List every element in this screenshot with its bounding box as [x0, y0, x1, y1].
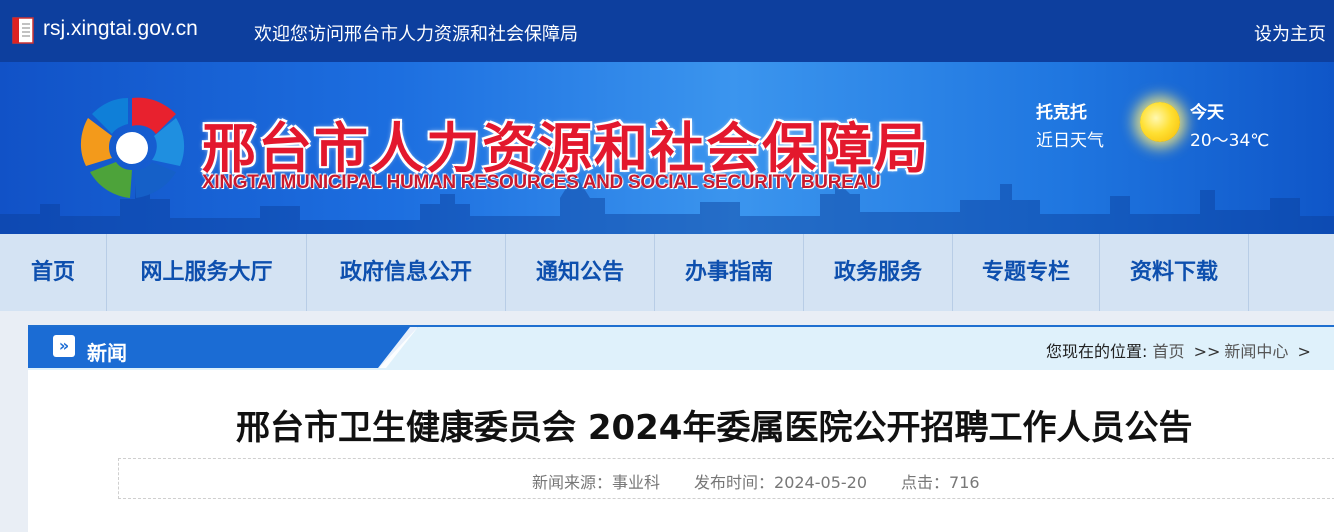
header-banner: 邢台市人力资源和社会保障局 XINGTAI MUNICIPAL HUMAN RE… [0, 62, 1334, 234]
article-publish-date: 发布时间：2024-05-20 [694, 473, 868, 492]
nav-item-home[interactable]: 首页 [0, 234, 107, 311]
document-icon [12, 17, 34, 44]
nav-item-guide[interactable]: 办事指南 [655, 234, 804, 311]
article-meta: 新闻来源：事业科 发布时间：2024-05-20 点击：716 [532, 469, 1014, 493]
nav-item-topics[interactable]: 专题专栏 [953, 234, 1100, 311]
weather-city: 托克托 [1036, 103, 1087, 123]
section-title: 新闻 [87, 341, 127, 365]
article-source: 新闻来源：事业科 [532, 473, 661, 492]
main-nav: 首页 网上服务大厅 政府信息公开 通知公告 办事指南 政务服务 专题专栏 资料下… [0, 234, 1334, 311]
breadcrumb: 您现在的位置: 首页 >> 新闻中心 > [1046, 338, 1315, 362]
breadcrumb-prefix: 您现在的位置: [1046, 342, 1148, 361]
weather-day: 今天 [1190, 103, 1224, 123]
breadcrumb-separator: >> [1193, 342, 1221, 361]
welcome-text: 欢迎您访问邢台市人力资源和社会保障局 [254, 24, 578, 45]
nav-item-downloads[interactable]: 资料下载 [1100, 234, 1249, 311]
set-homepage-link[interactable]: 设为主页 [1254, 20, 1326, 46]
breadcrumb-news-center[interactable]: 新闻中心 [1224, 342, 1288, 361]
nav-item-notices[interactable]: 通知公告 [506, 234, 655, 311]
nav-item-gov-services[interactable]: 政务服务 [804, 234, 953, 311]
top-bar: rsj.xingtai.gov.cn 欢迎您访问邢台市人力资源和社会保障局 设为… [0, 0, 1334, 62]
nav-item-online-service[interactable]: 网上服务大厅 [107, 234, 307, 311]
weather-temperature: 20～34℃ [1190, 131, 1270, 151]
bureau-logo [80, 97, 185, 198]
breadcrumb-separator-tail: > [1297, 342, 1311, 361]
site-domain[interactable]: rsj.xingtai.gov.cn [43, 17, 198, 41]
article-title: 邢台市卫生健康委员会 2024年委属医院公开招聘工作人员公告 [236, 408, 1193, 448]
breadcrumb-home[interactable]: 首页 [1153, 342, 1185, 361]
weather-label: 近日天气 [1036, 131, 1104, 151]
bureau-title-en: XINGTAI MUNICIPAL HUMAN RESOURCES AND SO… [202, 172, 881, 193]
nav-item-gov-info[interactable]: 政府信息公开 [307, 234, 506, 311]
sun-icon [1140, 102, 1180, 142]
article-click-count: 点击：716 [901, 473, 980, 492]
double-chevron-icon: » [53, 335, 75, 357]
